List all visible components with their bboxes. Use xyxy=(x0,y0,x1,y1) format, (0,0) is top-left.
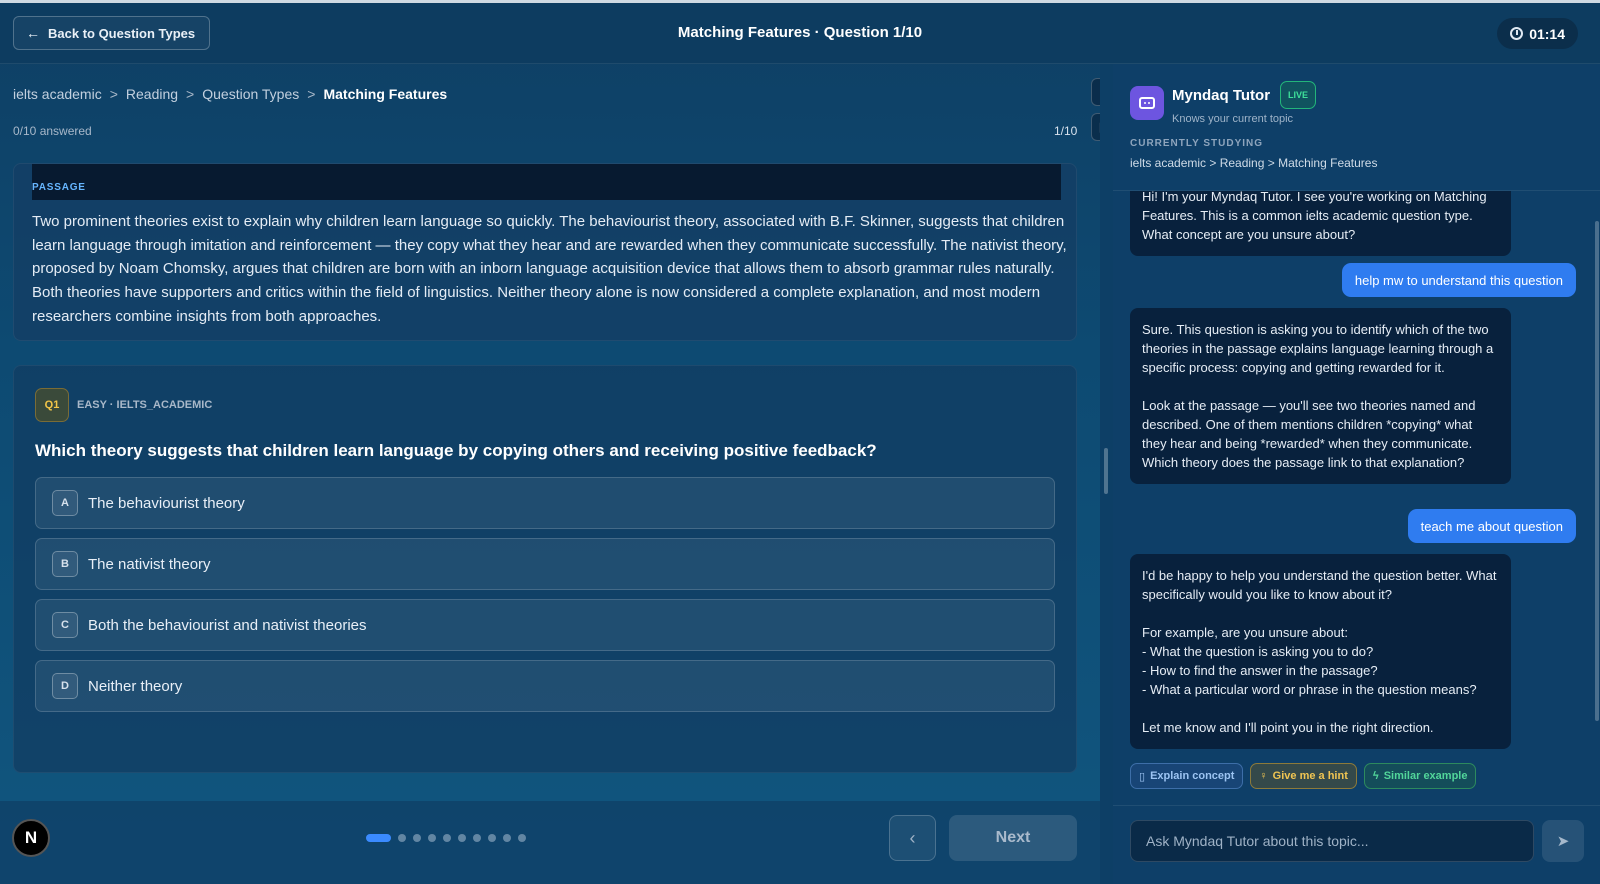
currently-studying-path: ielts academic > Reading > Matching Feat… xyxy=(1130,156,1378,170)
progress-dot[interactable] xyxy=(398,834,406,842)
tutor-subtitle: Knows your current topic xyxy=(1172,113,1294,125)
option-letter: B xyxy=(52,551,78,577)
question-counter: 1/10 xyxy=(1054,124,1078,138)
lightbulb-icon: ♀ xyxy=(1259,770,1268,782)
question-number-badge: Q1 xyxy=(35,388,69,422)
chat-messages[interactable]: Hi! I'm your Myndaq Tutor. I see you're … xyxy=(1113,191,1600,754)
live-badge: LIVE xyxy=(1280,81,1317,109)
lightning-icon: ϟ xyxy=(1372,770,1379,782)
passage-text: Two prominent theories exist to explain … xyxy=(32,213,1067,325)
give-hint-chip[interactable]: ♀ Give me a hint xyxy=(1250,763,1357,789)
option-d[interactable]: D Neither theory xyxy=(35,660,1055,712)
question-footer: N ‹ Next xyxy=(0,801,1100,884)
chat-message-user: help mw to understand this question xyxy=(1341,263,1576,297)
tutor-input-bar: ➤ xyxy=(1113,805,1600,884)
chip-label: Give me a hint xyxy=(1272,770,1348,782)
similar-example-chip[interactable]: ϟ Similar example xyxy=(1363,763,1477,789)
breadcrumb-item-question-types[interactable]: Question Types xyxy=(202,86,299,102)
breadcrumb-separator: > xyxy=(307,86,316,102)
avatar[interactable]: N xyxy=(12,819,50,857)
chat-message-bot: I'd be happy to help you understand the … xyxy=(1130,554,1511,749)
option-text: Both the behaviourist and nativist theor… xyxy=(88,616,367,634)
option-letter: A xyxy=(52,490,78,516)
send-button[interactable]: ➤ xyxy=(1542,820,1584,862)
option-letter: C xyxy=(52,612,78,638)
passage-card: PASSAGE Two prominent theories exist to … xyxy=(13,163,1077,341)
resize-handle[interactable] xyxy=(1104,448,1108,494)
option-c[interactable]: C Both the behaviourist and nativist the… xyxy=(35,599,1055,651)
option-text: Neither theory xyxy=(88,677,183,695)
progress-dot[interactable] xyxy=(488,834,496,842)
top-bar: ← Back to Question Types Matching Featur… xyxy=(0,0,1600,64)
chat-message-user: teach me about question xyxy=(1407,509,1576,543)
progress-dot-active[interactable] xyxy=(366,834,391,842)
chip-label: Explain concept xyxy=(1150,770,1235,782)
send-icon: ➤ xyxy=(1556,833,1570,850)
clock-icon xyxy=(1510,27,1524,40)
answered-count: 0/10 answered xyxy=(13,124,92,138)
option-b[interactable]: B The nativist theory xyxy=(35,538,1055,590)
next-button[interactable]: Next xyxy=(949,815,1077,861)
page-title: Matching Features · Question 1/10 xyxy=(677,24,923,41)
progress-dot[interactable] xyxy=(443,834,451,842)
tutor-header: Myndaq Tutor LIVE Knows your current top… xyxy=(1113,64,1600,191)
option-text: The behaviourist theory xyxy=(88,494,245,512)
progress-dot[interactable] xyxy=(518,834,526,842)
option-a[interactable]: A The behaviourist theory xyxy=(35,477,1055,529)
breadcrumb-item-reading[interactable]: Reading xyxy=(126,86,178,102)
chevron-left-icon: ‹ xyxy=(909,827,916,848)
progress-dot[interactable] xyxy=(413,834,421,842)
tutor-panel: Myndaq Tutor LIVE Knows your current top… xyxy=(1113,64,1600,884)
passage-header: PASSAGE xyxy=(32,164,1061,200)
question-progress-dots xyxy=(366,834,526,842)
progress-dot[interactable] xyxy=(458,834,466,842)
progress-dot[interactable] xyxy=(473,834,481,842)
timer-value: 01:14 xyxy=(1529,25,1565,42)
chat-scrollbar[interactable] xyxy=(1595,221,1599,721)
option-letter: D xyxy=(52,673,78,699)
book-icon: ▯ xyxy=(1139,770,1146,783)
question-text: Which theory suggests that children lear… xyxy=(35,441,877,460)
currently-studying-label: CURRENTLY STUDYING xyxy=(1130,138,1264,149)
tutor-name: Myndaq Tutor xyxy=(1172,87,1271,104)
breadcrumb-current: Matching Features xyxy=(323,86,448,102)
progress-dot[interactable] xyxy=(428,834,436,842)
passage-label: PASSAGE xyxy=(32,182,86,193)
breadcrumb: ielts academic > Reading > Question Type… xyxy=(13,86,447,102)
tutor-input[interactable] xyxy=(1130,820,1534,862)
robot-icon xyxy=(1130,86,1164,120)
chat-message-bot: Hi! I'm your Myndaq Tutor. I see you're … xyxy=(1130,191,1511,256)
chip-label: Similar example xyxy=(1383,770,1468,782)
question-card: Q1 EASY · IELTS_ACADEMIC Which theory su… xyxy=(13,365,1077,773)
option-text: The nativist theory xyxy=(88,555,211,573)
breadcrumb-item-ielts-academic[interactable]: ielts academic xyxy=(13,86,102,102)
question-meta: EASY · IELTS_ACADEMIC xyxy=(77,399,213,411)
explain-concept-chip[interactable]: ▯ Explain concept xyxy=(1130,763,1244,789)
progress-dot[interactable] xyxy=(503,834,511,842)
breadcrumb-separator: > xyxy=(186,86,195,102)
timer-badge: 01:14 xyxy=(1497,18,1578,49)
previous-button[interactable]: ‹ xyxy=(889,815,936,861)
chat-message-bot: Sure. This question is asking you to ide… xyxy=(1130,308,1511,484)
breadcrumb-separator: > xyxy=(109,86,118,102)
question-panel: ielts academic > Reading > Question Type… xyxy=(0,64,1119,884)
quick-action-chips: ▯ Explain concept ♀ Give me a hint ϟ Sim… xyxy=(1130,763,1477,789)
